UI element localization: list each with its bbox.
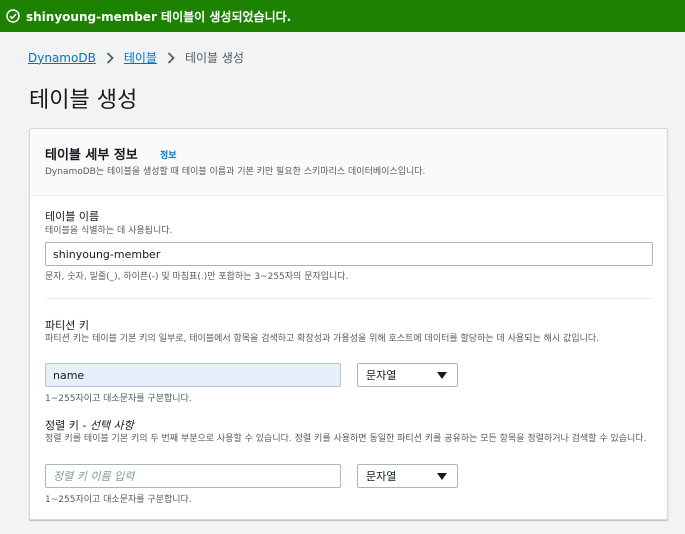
success-check-icon	[6, 9, 20, 23]
breadcrumb: DynamoDB 테이블 테이블 생성	[28, 49, 244, 66]
breadcrumb-dynamodb[interactable]: DynamoDB	[28, 51, 96, 65]
table-details-card: 테이블 세부 정보 정보 DynamoDB는 테이블을 생성할 때 테이블 이름…	[29, 128, 668, 520]
partition-key-description: 파티션 키는 테이블 기본 키의 일부로, 테이블에서 항목을 검색하고 확장성…	[45, 334, 600, 344]
sort-key-label: 정렬 키 - 선택 사항	[45, 417, 134, 433]
breadcrumb-tables[interactable]: 테이블	[124, 49, 157, 66]
sort-key-optional-tag: - 선택 사항	[82, 419, 134, 432]
sort-key-constraint: 1~255자이고 대소문자를 구분합니다.	[45, 495, 192, 505]
caret-down-icon	[437, 473, 447, 480]
chevron-right-icon	[167, 51, 175, 64]
sort-key-label-text: 정렬 키	[45, 419, 79, 432]
partition-key-constraint: 1~255자이고 대소문자를 구분합니다.	[45, 394, 192, 404]
table-name-description: 테이블을 식별하는 데 사용됩니다.	[45, 226, 173, 236]
flash-message: shinyoung-member 테이블이 생성되었습니다.	[26, 9, 292, 24]
table-name-constraint: 문자, 숫자, 밑줄(_), 하이픈(-) 및 마침표(.)만 포함하는 3~2…	[45, 272, 349, 282]
sort-key-description: 정렬 키를 테이블 기본 키의 두 번째 부분으로 사용할 수 있습니다. 정렬…	[45, 434, 647, 444]
partition-key-label: 파티션 키	[45, 319, 89, 332]
partition-key-type-select[interactable]: 문자열	[357, 363, 458, 387]
sort-key-type-select[interactable]: 문자열	[357, 464, 458, 488]
info-link[interactable]: 정보	[160, 148, 177, 161]
page-title: 테이블 생성	[29, 88, 138, 113]
success-flash-banner: shinyoung-member 테이블이 생성되었습니다.	[0, 0, 685, 32]
table-name-label: 테이블 이름	[45, 210, 100, 223]
chevron-right-icon	[106, 51, 114, 64]
partition-key-input[interactable]	[45, 363, 341, 387]
card-title: 테이블 세부 정보	[45, 148, 138, 163]
sort-key-input[interactable]	[45, 464, 341, 488]
caret-down-icon	[437, 372, 447, 379]
card-header: 테이블 세부 정보 정보 DynamoDB는 테이블을 생성할 때 테이블 이름…	[30, 129, 667, 196]
section-divider	[45, 298, 653, 299]
partition-key-type-value: 문자열	[366, 369, 397, 382]
breadcrumb-current: 테이블 생성	[184, 51, 244, 65]
card-description: DynamoDB는 테이블을 생성할 때 테이블 이름과 기본 키만 필요한 스…	[45, 167, 426, 177]
sort-key-type-value: 문자열	[366, 470, 397, 483]
table-name-input[interactable]	[45, 242, 653, 266]
